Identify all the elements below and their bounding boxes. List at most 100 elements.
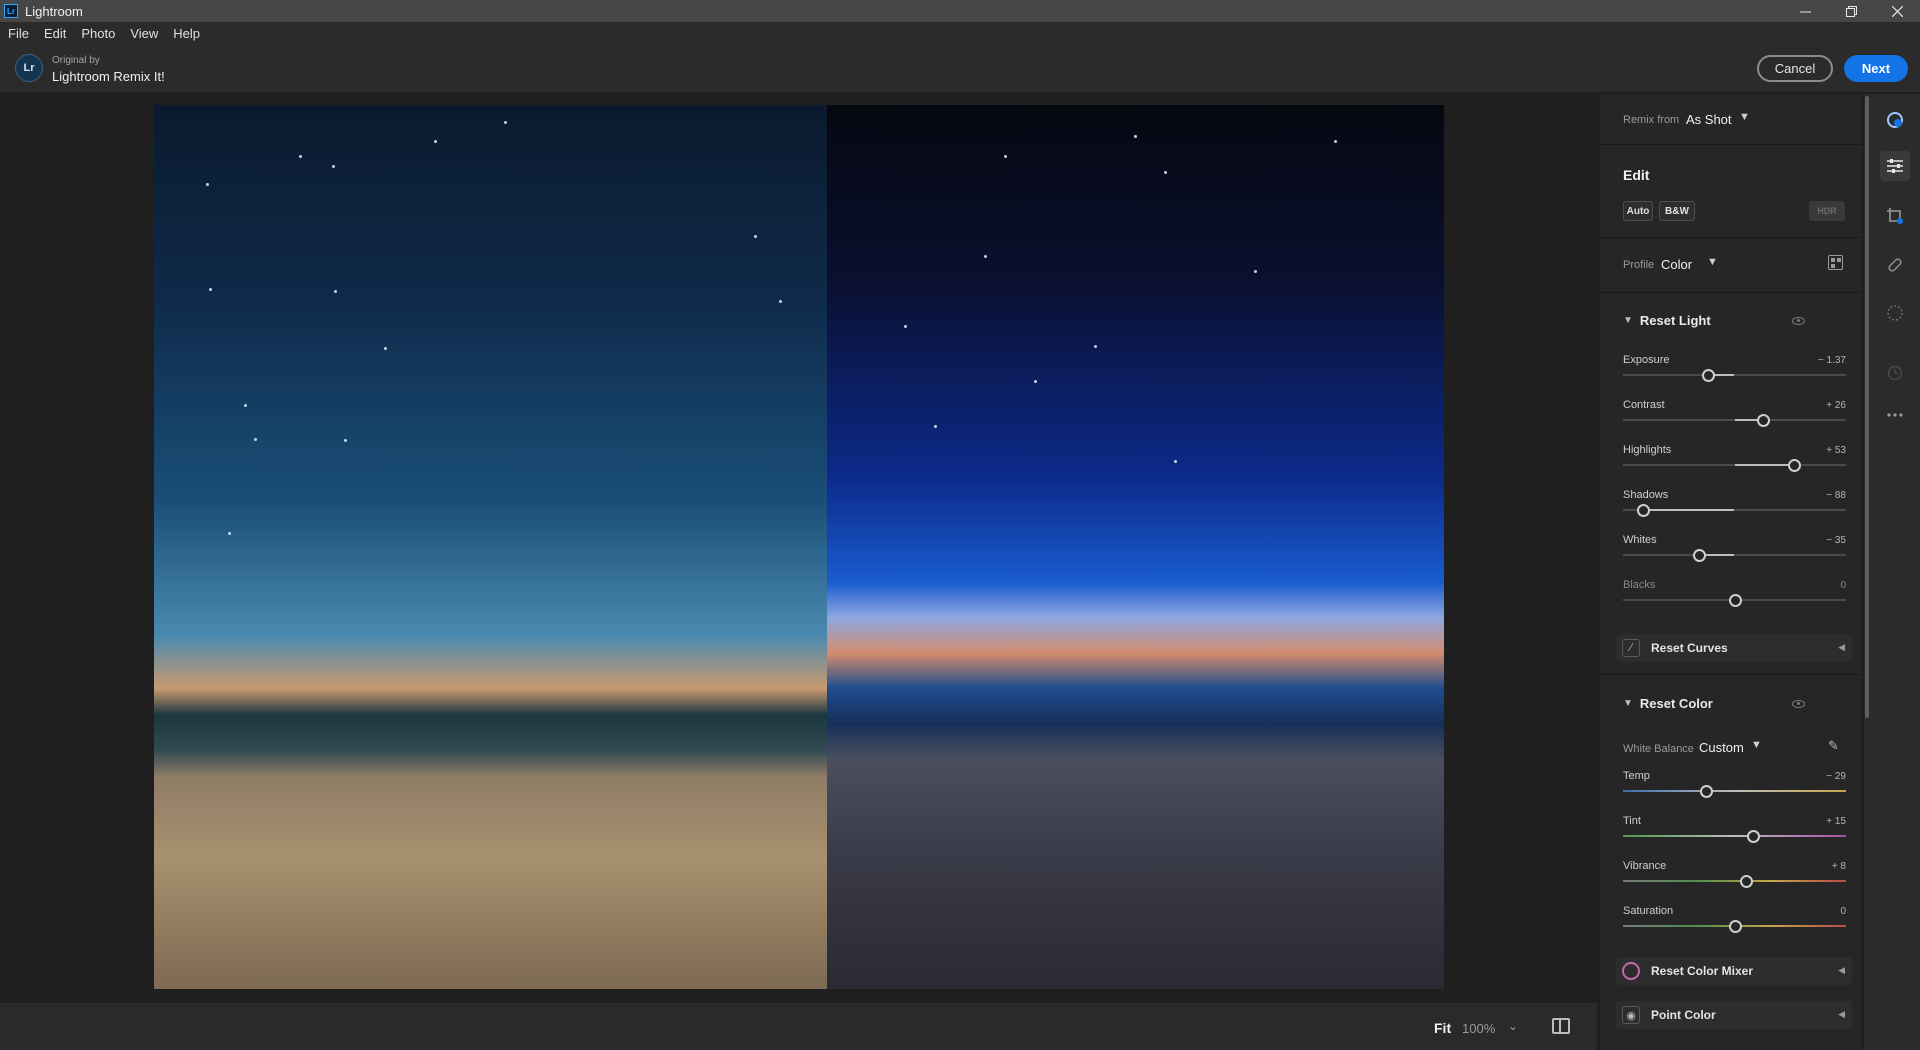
slider-value[interactable]: + 53 bbox=[1826, 445, 1846, 456]
color-mixer-row[interactable]: Reset Color Mixer ◀ bbox=[1616, 957, 1852, 985]
author-name[interactable]: Lightroom Remix It! bbox=[52, 69, 165, 84]
chevron-down-icon: ▼ bbox=[1623, 315, 1633, 326]
slider-track[interactable] bbox=[1623, 920, 1846, 933]
slider-knob[interactable] bbox=[1728, 920, 1742, 933]
profile-browser-icon[interactable] bbox=[1828, 255, 1843, 270]
color-section-title: Reset Color bbox=[1639, 696, 1713, 711]
menu-view[interactable]: View bbox=[130, 26, 158, 41]
slider-track[interactable] bbox=[1623, 594, 1846, 607]
slider-value[interactable]: 0 bbox=[1840, 906, 1846, 917]
zoom-level[interactable]: 100% bbox=[1462, 1021, 1495, 1036]
star bbox=[206, 183, 209, 186]
menu-file[interactable]: File bbox=[8, 26, 29, 41]
slider-knob[interactable] bbox=[1747, 830, 1761, 843]
slider-value[interactable]: − 88 bbox=[1826, 490, 1846, 501]
star bbox=[1334, 140, 1337, 143]
chevron-down-icon[interactable]: ⌄ bbox=[1508, 1019, 1518, 1033]
healing-icon[interactable] bbox=[1884, 254, 1906, 276]
restore-button[interactable] bbox=[1828, 0, 1874, 22]
slider-knob[interactable] bbox=[1757, 414, 1771, 427]
slider-knob[interactable] bbox=[1787, 459, 1801, 472]
next-button[interactable]: Next bbox=[1844, 55, 1908, 82]
slider-track[interactable] bbox=[1623, 830, 1846, 843]
slider-value[interactable]: + 26 bbox=[1826, 400, 1846, 411]
slider-label: Blacks bbox=[1623, 579, 1656, 591]
masking-icon[interactable] bbox=[1884, 302, 1906, 324]
profile-label: Profile bbox=[1623, 259, 1655, 271]
chevron-down-icon[interactable]: ▼ bbox=[1751, 739, 1762, 751]
curve-icon: ∕ bbox=[1622, 639, 1640, 657]
cancel-button[interactable]: Cancel bbox=[1757, 55, 1833, 82]
window-controls bbox=[1782, 0, 1920, 22]
more-icon[interactable] bbox=[1884, 404, 1906, 426]
white-balance-dropdown[interactable]: Custom bbox=[1699, 740, 1744, 755]
edit-sliders-icon[interactable] bbox=[1880, 151, 1910, 181]
star bbox=[1174, 460, 1177, 463]
hdr-button[interactable]: HDR bbox=[1809, 201, 1845, 221]
minimize-button[interactable] bbox=[1782, 0, 1828, 22]
menu-bar: File Edit Photo View Help bbox=[0, 22, 1920, 44]
close-window-button[interactable] bbox=[1874, 0, 1920, 22]
remix-icon-svg bbox=[1887, 112, 1903, 128]
slider-track[interactable] bbox=[1623, 414, 1846, 427]
fit-button[interactable]: Fit bbox=[1434, 1020, 1451, 1036]
compare-view-button[interactable] bbox=[1552, 1018, 1570, 1034]
menu-help[interactable]: Help bbox=[173, 26, 200, 41]
slider-value[interactable]: + 8 bbox=[1832, 861, 1846, 872]
slider-label: Vibrance bbox=[1623, 860, 1667, 872]
original-by-label: Original by bbox=[52, 55, 100, 66]
slider-track[interactable] bbox=[1623, 785, 1846, 798]
profile-dropdown[interactable]: Color bbox=[1661, 257, 1692, 272]
slider-knob[interactable] bbox=[1701, 369, 1715, 382]
slider-track[interactable] bbox=[1623, 875, 1846, 888]
remix-icon[interactable] bbox=[1884, 109, 1906, 131]
ellipsis-icon bbox=[1887, 413, 1903, 417]
slider-value[interactable]: − 29 bbox=[1826, 771, 1846, 782]
slider-knob[interactable] bbox=[1637, 504, 1651, 517]
slider-label: Exposure bbox=[1623, 354, 1670, 366]
chevron-down-icon[interactable]: ▼ bbox=[1739, 111, 1750, 123]
curves-row[interactable]: ∕ Reset Curves ◀ bbox=[1616, 634, 1852, 662]
slider-knob[interactable] bbox=[1699, 785, 1713, 798]
auto-button[interactable]: Auto bbox=[1623, 201, 1653, 221]
color-section-header[interactable]: ▼ Reset Color bbox=[1623, 696, 1713, 711]
point-color-icon: ◉ bbox=[1622, 1006, 1640, 1024]
canvas-footer: Fit 100% ⌄ bbox=[0, 1003, 1597, 1050]
slider-track[interactable] bbox=[1623, 504, 1846, 517]
crop-icon[interactable] bbox=[1884, 205, 1906, 227]
slider-label: Shadows bbox=[1623, 489, 1669, 501]
photo-compare-view[interactable] bbox=[154, 105, 1444, 989]
slider-value[interactable]: 0 bbox=[1840, 580, 1846, 591]
versions-icon[interactable] bbox=[1884, 362, 1906, 384]
remix-header: Lr Original by Lightroom Remix It! Cance… bbox=[0, 44, 1920, 93]
slider-knob[interactable] bbox=[1728, 594, 1742, 607]
eye-icon[interactable] bbox=[1792, 700, 1805, 708]
bandage-icon bbox=[1888, 258, 1902, 272]
eye-icon[interactable] bbox=[1792, 317, 1805, 325]
point-color-row[interactable]: ◉ Point Color ◀ bbox=[1616, 1001, 1852, 1029]
slider-value[interactable]: + 15 bbox=[1826, 816, 1846, 827]
eyedropper-icon[interactable]: ✎ bbox=[1828, 738, 1845, 755]
slider-value[interactable]: − 35 bbox=[1826, 535, 1846, 546]
slider-knob[interactable] bbox=[1739, 875, 1753, 888]
avatar[interactable]: Lr bbox=[15, 54, 43, 82]
star bbox=[209, 288, 212, 291]
slider-track[interactable] bbox=[1623, 369, 1846, 382]
slider-knob[interactable] bbox=[1692, 549, 1706, 562]
edit-title: Edit bbox=[1623, 167, 1650, 183]
bw-button[interactable]: B&W bbox=[1659, 201, 1695, 221]
photo-after bbox=[827, 105, 1444, 989]
chevron-down-icon[interactable]: ▼ bbox=[1707, 256, 1718, 268]
star bbox=[1094, 345, 1097, 348]
menu-photo[interactable]: Photo bbox=[81, 26, 115, 41]
slider-fill bbox=[1643, 509, 1735, 511]
light-section-header[interactable]: ▼ Reset Light bbox=[1623, 313, 1711, 328]
remix-from-dropdown[interactable]: As Shot bbox=[1686, 112, 1732, 127]
star bbox=[228, 532, 231, 535]
slider-value[interactable]: − 1.37 bbox=[1818, 355, 1846, 366]
scrollbar-thumb[interactable] bbox=[1865, 96, 1869, 718]
menu-edit[interactable]: Edit bbox=[44, 26, 66, 41]
slider-track[interactable] bbox=[1623, 549, 1846, 562]
star bbox=[934, 425, 937, 428]
slider-track[interactable] bbox=[1623, 459, 1846, 472]
